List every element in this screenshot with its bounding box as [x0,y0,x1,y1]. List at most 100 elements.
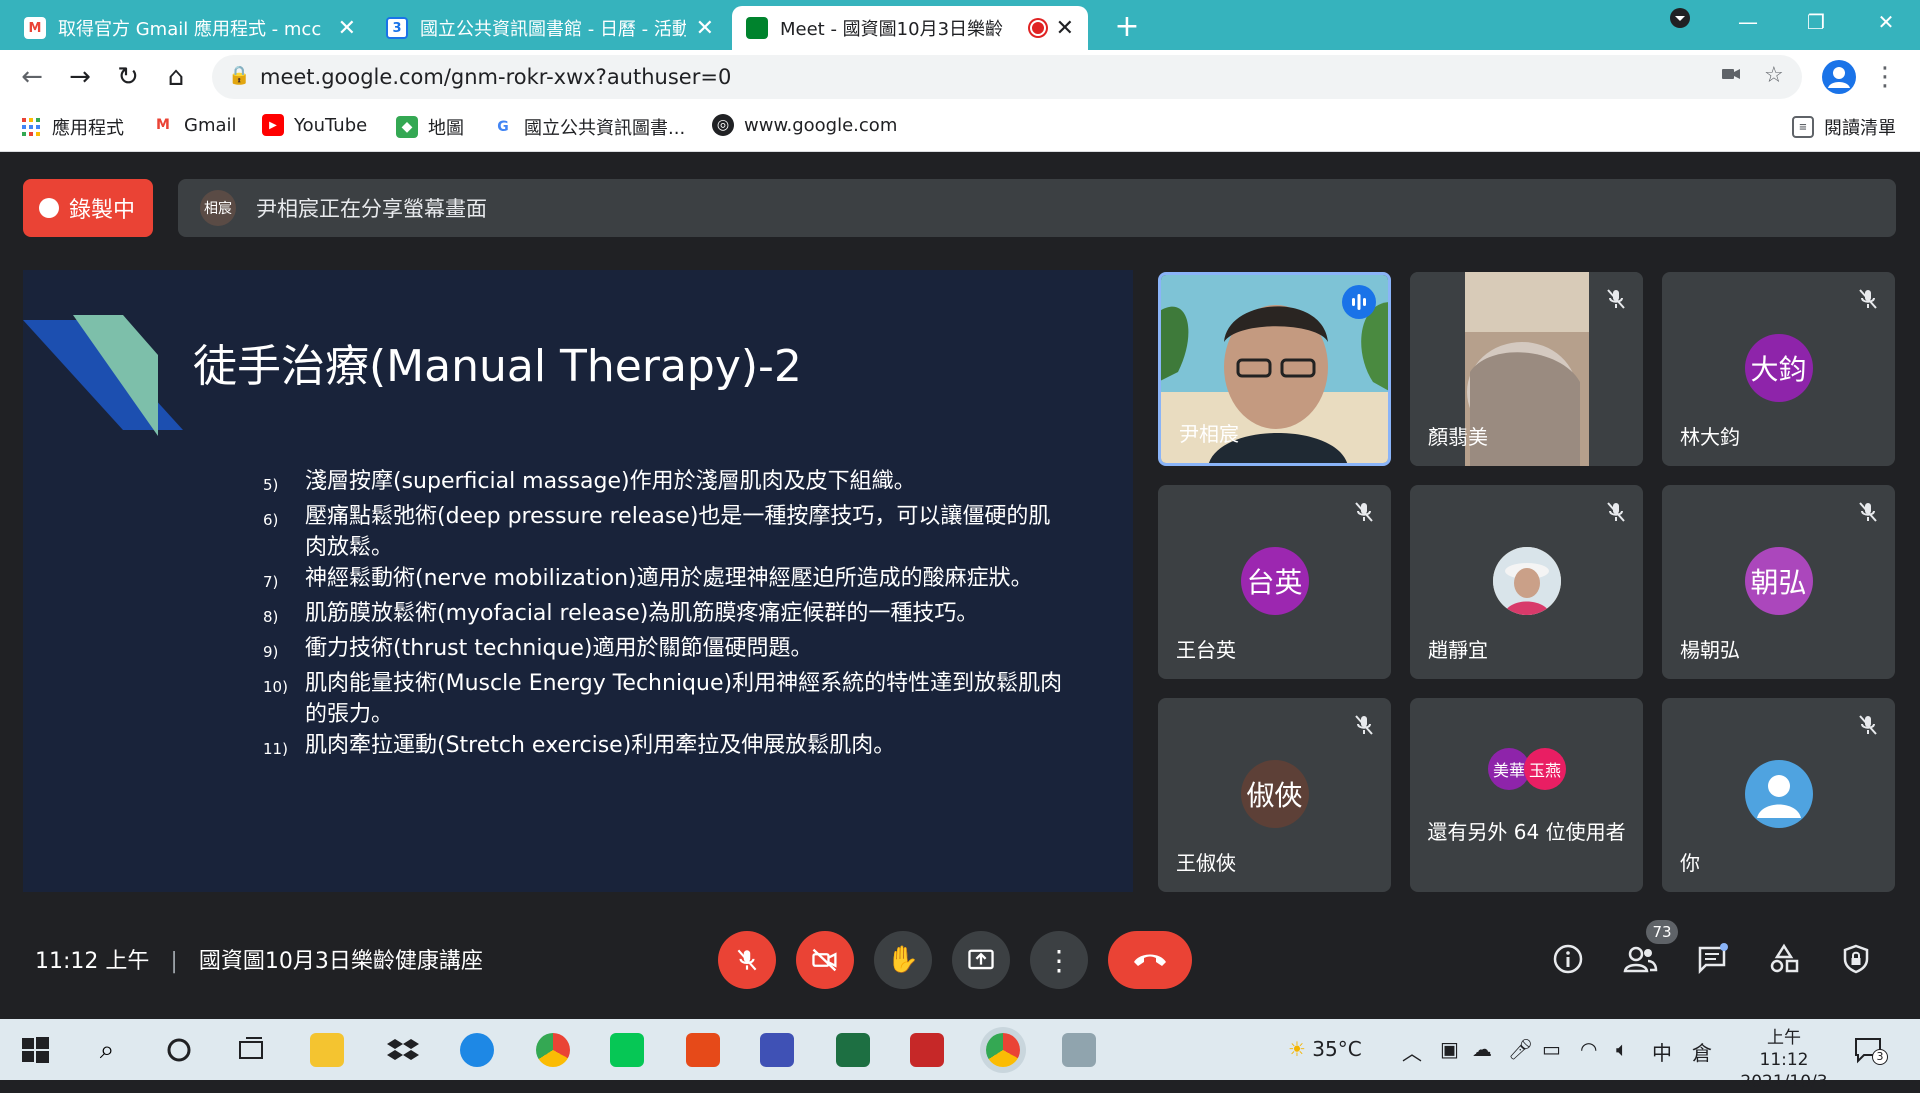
participant-tile-yang[interactable]: 朝弘 楊朝弘 [1662,485,1895,679]
security-app-icon[interactable] [910,1033,944,1067]
camera-toggle-button[interactable] [796,931,854,989]
present-now-button[interactable] [952,931,1010,989]
home-button[interactable]: ⌂ [158,59,194,95]
taskbar-clock[interactable]: 上午 11:12 2021/10/3 [1740,1027,1828,1093]
participant-count-badge: 73 [1646,920,1678,944]
windows-start-button[interactable] [18,1033,52,1067]
battery-icon[interactable]: ▭ [1542,1037,1561,1061]
avatar: 台英 [1240,547,1309,615]
present-screen-icon [968,949,994,970]
raise-hand-button[interactable]: ✋ [874,931,932,989]
network-app-icon[interactable] [760,1033,794,1067]
paint-app-icon[interactable] [1062,1033,1096,1067]
tab-search-button[interactable] [1650,4,1710,40]
notification-center-button[interactable]: 3 [1852,1035,1888,1065]
minimize-button[interactable]: — [1718,4,1778,40]
weather-widget[interactable]: ☀ 35°C [1288,1037,1362,1061]
participant-tile-others[interactable]: 美華 玉燕 還有另外 64 位使用者 [1410,698,1643,892]
new-tab-button[interactable]: + [1110,10,1144,44]
close-icon[interactable]: ✕ [696,16,714,41]
participant-tile-lin[interactable]: 大鈞 林大鈞 [1662,272,1895,466]
bookmark-gmail[interactable]: M Gmail [152,114,236,136]
participant-tile-yin[interactable]: 尹相宸 [1158,272,1391,466]
leave-call-button[interactable] [1108,931,1192,989]
close-window-button[interactable]: ✕ [1856,4,1916,40]
globe-icon: ◎ [712,114,734,136]
more-menu-icon[interactable]: ⋮ [1872,60,1898,94]
tray-app-icon[interactable]: ▣ [1440,1037,1459,1061]
chrome-active-icon[interactable] [986,1033,1020,1067]
camera-icon[interactable] [1720,63,1742,91]
close-icon[interactable]: ✕ [1056,16,1074,41]
bookmark-label: YouTube [294,114,368,136]
participant-tile-wang-taiying[interactable]: 台英 王台英 [1158,485,1391,679]
bookmark-maps[interactable]: ◆ 地圖 [396,114,464,140]
dropbox-icon[interactable] [386,1033,420,1067]
maps-icon: ◆ [396,116,418,138]
address-bar[interactable]: 🔒 meet.google.com/gnm-rokr-xwx?authuser=… [212,55,1802,99]
participant-name: 趙靜宜 [1428,638,1488,662]
bookmark-google[interactable]: ◎ www.google.com [712,114,897,136]
avatar [1492,547,1561,615]
restore-button[interactable]: ❐ [1786,4,1846,40]
reload-button[interactable]: ↻ [110,59,146,95]
microphone-icon[interactable]: 🎤︎ [1508,1037,1533,1061]
weather-temp: 35°C [1312,1037,1362,1061]
activities-button[interactable] [1762,937,1806,981]
browser-toolbar: ← → ↻ ⌂ 🔒 meet.google.com/gnm-rokr-xwx?a… [0,50,1920,104]
avatar: 大鈞 [1744,334,1813,402]
forward-button[interactable]: → [62,59,98,95]
edge-browser-icon[interactable] [460,1033,494,1067]
tab-gmail[interactable]: M 取得官方 Gmail 應用程式 - mcc ✕ [10,6,370,50]
more-options-button[interactable]: ⋮ [1030,931,1088,989]
gmail-icon: M [24,17,46,39]
excel-icon[interactable] [836,1033,870,1067]
close-icon[interactable]: ✕ [338,16,356,41]
bookmark-star-icon[interactable]: ☆ [1764,63,1784,88]
volume-icon[interactable]: 🔈︎ [1616,1037,1628,1061]
participant-tile-wang-chuxia[interactable]: 俶俠 王俶俠 [1158,698,1391,892]
host-controls-button[interactable] [1834,937,1878,981]
reading-list-button[interactable]: ≡ 閱讀清單 [1792,114,1896,140]
meeting-details-button[interactable] [1546,937,1590,981]
back-button[interactable]: ← [14,59,50,95]
bookmark-label: 國立公共資訊圖書... [524,118,686,139]
slide-title: 徒手治療(Manual Therapy)-2 [193,341,802,392]
file-explorer-icon[interactable] [310,1033,344,1067]
chrome-icon[interactable] [536,1033,570,1067]
bookmark-library[interactable]: G 國立公共資訊圖書... [492,114,685,140]
activities-icon [1770,943,1799,973]
list-item: 7) 神經鬆動術(nerve mobilization)適用於處理神經壓迫所造成的… [263,566,1033,591]
participant-tile-yan[interactable]: 顏翡美 [1410,272,1643,466]
bookmark-youtube[interactable]: ▶ YouTube [262,114,367,136]
wifi-icon[interactable]: ◠ [1580,1037,1597,1061]
task-view-icon[interactable] [234,1033,268,1067]
ime-mode-icon[interactable]: 倉 [1692,1037,1712,1066]
search-icon[interactable]: ⌕ [90,1033,124,1067]
bookmark-label: 地圖 [428,118,464,139]
bookmark-apps[interactable]: 應用程式 [20,114,124,140]
avatar [1744,760,1813,828]
mic-off-icon [1603,286,1629,312]
tab-meet[interactable]: Meet - 國資圖10月3日樂齡 ✕ [732,6,1088,50]
recording-badge[interactable]: 錄製中 [23,179,153,237]
mic-toggle-button[interactable] [718,931,776,989]
office-icon[interactable] [686,1033,720,1067]
camera-off-icon [812,948,837,972]
show-hidden-icons-icon[interactable]: ︿ [1402,1037,1422,1066]
presentation-slide: 徒手治療(Manual Therapy)-2 5) 淺層按摩(superficia… [23,270,1133,892]
input-method-indicator[interactable]: 中 [1652,1037,1672,1066]
chat-button[interactable] [1690,937,1734,981]
profile-avatar[interactable] [1822,60,1856,94]
recording-label: 錄製中 [69,198,136,223]
participant-tile-zhao[interactable]: 趙靜宜 [1410,485,1643,679]
avatar: 俶俠 [1240,760,1309,828]
participant-tile-self[interactable]: 你 [1662,698,1895,892]
onedrive-icon[interactable]: ☁ [1472,1037,1492,1061]
cortana-icon[interactable] [162,1033,196,1067]
hand-icon: ✋ [886,945,920,975]
line-app-icon[interactable] [610,1033,644,1067]
participant-name: 王台英 [1176,638,1236,662]
youtube-icon: ▶ [262,114,284,136]
tab-calendar[interactable]: 3 國立公共資訊圖書館 - 日曆 - 活動 ✕ [372,6,728,50]
